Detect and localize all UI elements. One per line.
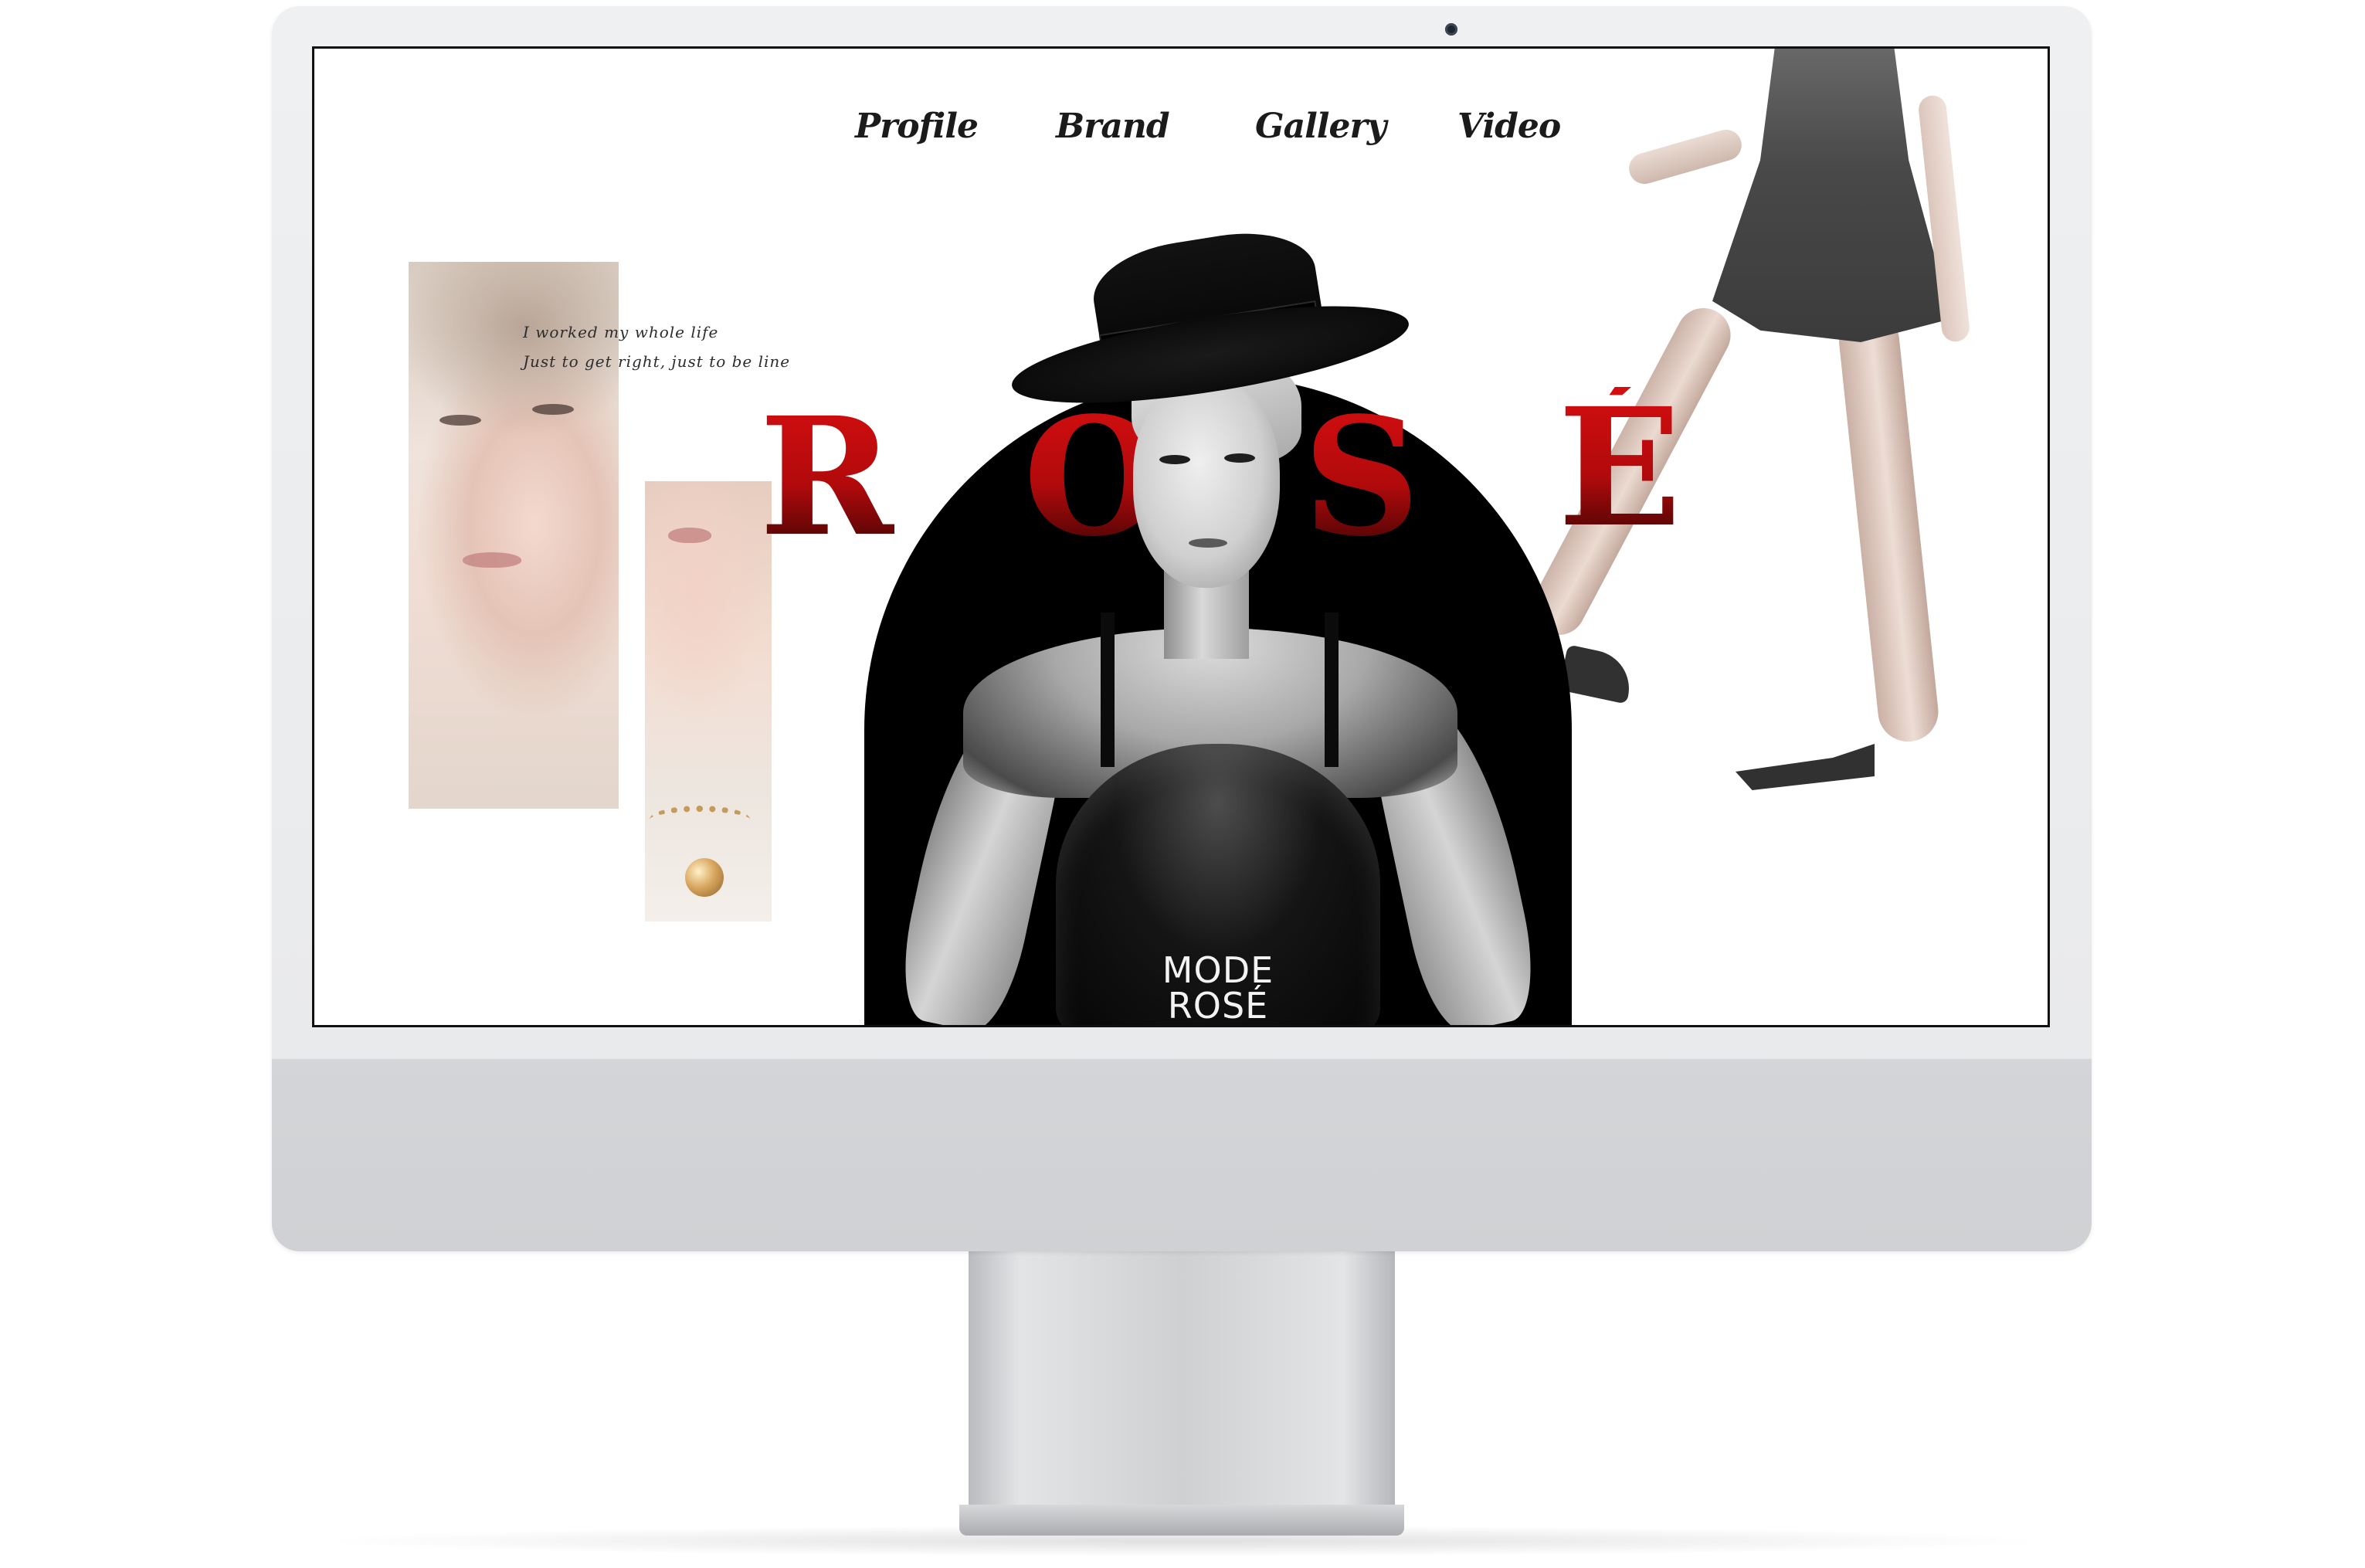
eye: [1159, 455, 1190, 464]
title-letter: R: [759, 382, 894, 572]
mouth: [1189, 538, 1227, 548]
main-nav: Profile Brand Gallery Video: [855, 107, 1561, 161]
quote-line: I worked my whole life: [523, 323, 719, 341]
stand-neck: [969, 1251, 1395, 1506]
hero-model-image: MODE ROSÉ: [890, 211, 1546, 1025]
imac-mockup: Profile Brand Gallery Video I worked my …: [0, 0, 2365, 1568]
logo-line: MODE: [1162, 949, 1274, 991]
strap: [1101, 613, 1115, 767]
lips: [668, 528, 711, 543]
bracelet-photo[interactable]: [645, 481, 772, 921]
strap: [1325, 613, 1339, 767]
eye: [532, 404, 574, 415]
quote-text: I worked my whole life Just to get right…: [523, 317, 801, 376]
nav-gallery[interactable]: Gallery: [1255, 107, 1386, 146]
mode-rose-logo: MODE ROSÉ: [1133, 952, 1303, 1023]
camera-icon: [1445, 23, 1457, 36]
nav-video[interactable]: Video: [1457, 107, 1561, 146]
bracelet-chain: [650, 806, 750, 833]
eye: [1224, 453, 1255, 463]
logo-line: ROSÉ: [1167, 985, 1269, 1027]
face: [1133, 379, 1280, 588]
title-letter: É: [1558, 372, 1682, 563]
leg-front: [1836, 307, 1942, 745]
website-screen: Profile Brand Gallery Video I worked my …: [312, 46, 2050, 1027]
lips: [463, 552, 521, 568]
quote-line: Just to get right, just to be line: [523, 352, 791, 371]
arm: [1625, 126, 1746, 188]
black-dress: [1712, 49, 1952, 342]
heel-front: [1736, 744, 1875, 790]
eye: [439, 415, 481, 426]
stand-foot: [959, 1505, 1404, 1536]
bracelet-pendant: [685, 858, 724, 897]
nav-profile[interactable]: Profile: [855, 107, 979, 146]
nav-brand[interactable]: Brand: [1056, 107, 1170, 146]
